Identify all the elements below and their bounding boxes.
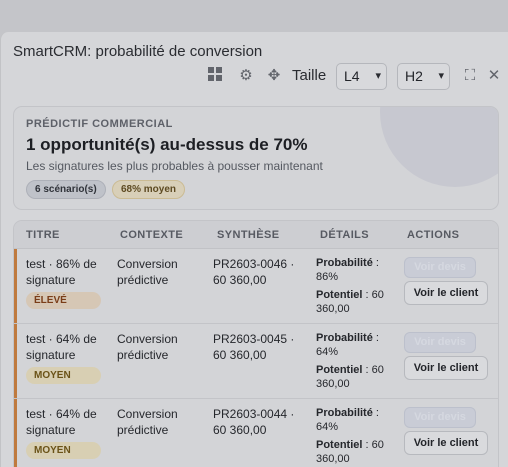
- potential-label: Potentiel: [316, 364, 363, 376]
- priority-badge: MOYEN: [26, 442, 101, 459]
- decorative-circle: [380, 107, 498, 187]
- height-select-value: H2: [405, 68, 423, 84]
- column-header-synthesis: SYNTHÈSE: [217, 229, 280, 241]
- table-header: TITRE CONTEXTE SYNTHÈSE DÉTAILS ACTIONS: [14, 221, 498, 249]
- priority-accent: [14, 249, 17, 323]
- row-synthesis: PR2603-0045 · 60 360,00: [213, 332, 295, 362]
- row-title: test · 64% de signature: [26, 332, 97, 362]
- row-details: Probabilité : 64% Potentiel : 60 360,00: [316, 406, 402, 466]
- view-client-button[interactable]: Voir le client: [404, 431, 488, 455]
- priority-badge: ÉLEVÉ: [26, 292, 101, 309]
- view-client-button[interactable]: Voir le client: [404, 281, 488, 305]
- row-context: Conversion prédictive: [117, 407, 178, 437]
- row-synthesis: PR2603-0046 · 60 360,00: [213, 257, 295, 287]
- gear-icon[interactable]: ⚙: [237, 67, 255, 85]
- row-context: Conversion prédictive: [117, 332, 178, 362]
- probability-label: Probabilité: [316, 407, 373, 419]
- row-title: test · 64% de signature: [26, 407, 97, 437]
- priority-accent: [14, 399, 17, 467]
- size-select[interactable]: L4 ▾: [336, 63, 387, 90]
- row-details: Probabilité : 86% Potentiel : 60 360,00: [316, 256, 402, 316]
- view-quote-button[interactable]: Voir devis: [404, 257, 476, 278]
- summary-subtitle: Les signatures les plus probables à pous…: [26, 159, 323, 173]
- move-icon[interactable]: ✥: [265, 67, 283, 85]
- height-select[interactable]: H2 ▾: [397, 63, 450, 90]
- column-header-title: TITRE: [26, 229, 60, 241]
- view-quote-button[interactable]: Voir devis: [404, 332, 476, 353]
- expand-icon[interactable]: ⛶: [461, 67, 479, 85]
- average-pill: 68% moyen: [112, 180, 186, 199]
- size-select-value: L4: [344, 68, 360, 84]
- priority-accent: [14, 324, 17, 398]
- priority-badge: MOYEN: [26, 367, 101, 384]
- row-details: Probabilité : 64% Potentiel : 60 360,00: [316, 331, 402, 391]
- probability-label: Probabilité: [316, 332, 373, 344]
- column-header-details: DÉTAILS: [320, 229, 370, 241]
- probability-label: Probabilité: [316, 257, 373, 269]
- scenario-count-pill: 6 scénario(s): [26, 180, 106, 199]
- close-icon[interactable]: ✕: [485, 67, 503, 85]
- row-title: test · 86% de signature: [26, 257, 97, 287]
- backdrop: [0, 0, 508, 32]
- widget-title: SmartCRM: probabilité de conversion: [13, 43, 263, 60]
- table-row: test · 64% de signature MOYEN Conversion…: [14, 399, 498, 467]
- widget-toolbar: ⚙ ✥ Taille L4 ▾ H2 ▾ ⛶ ✕: [0, 62, 508, 92]
- size-label: Taille: [292, 67, 327, 84]
- chevron-down-icon: ▾: [438, 70, 444, 82]
- column-header-context: CONTEXTE: [120, 229, 184, 241]
- table-row: test · 64% de signature MOYEN Conversion…: [14, 324, 498, 399]
- grid-icon[interactable]: [206, 67, 224, 85]
- potential-label: Potentiel: [316, 289, 363, 301]
- opportunities-table: TITRE CONTEXTE SYNTHÈSE DÉTAILS ACTIONS …: [13, 220, 499, 467]
- table-row: test · 86% de signature ÉLEVÉ Conversion…: [14, 249, 498, 324]
- chevron-down-icon: ▾: [375, 70, 381, 82]
- summary-headline: 1 opportunité(s) au-dessus de 70%: [26, 135, 308, 154]
- column-header-actions: ACTIONS: [407, 229, 460, 241]
- row-context: Conversion prédictive: [117, 257, 178, 287]
- view-client-button[interactable]: Voir le client: [404, 356, 488, 380]
- row-synthesis: PR2603-0044 · 60 360,00: [213, 407, 295, 437]
- potential-label: Potentiel: [316, 439, 363, 451]
- view-quote-button[interactable]: Voir devis: [404, 407, 476, 428]
- summary-kicker: PRÉDICTIF COMMERCIAL: [26, 118, 173, 130]
- summary-card: PRÉDICTIF COMMERCIAL 1 opportunité(s) au…: [13, 106, 499, 210]
